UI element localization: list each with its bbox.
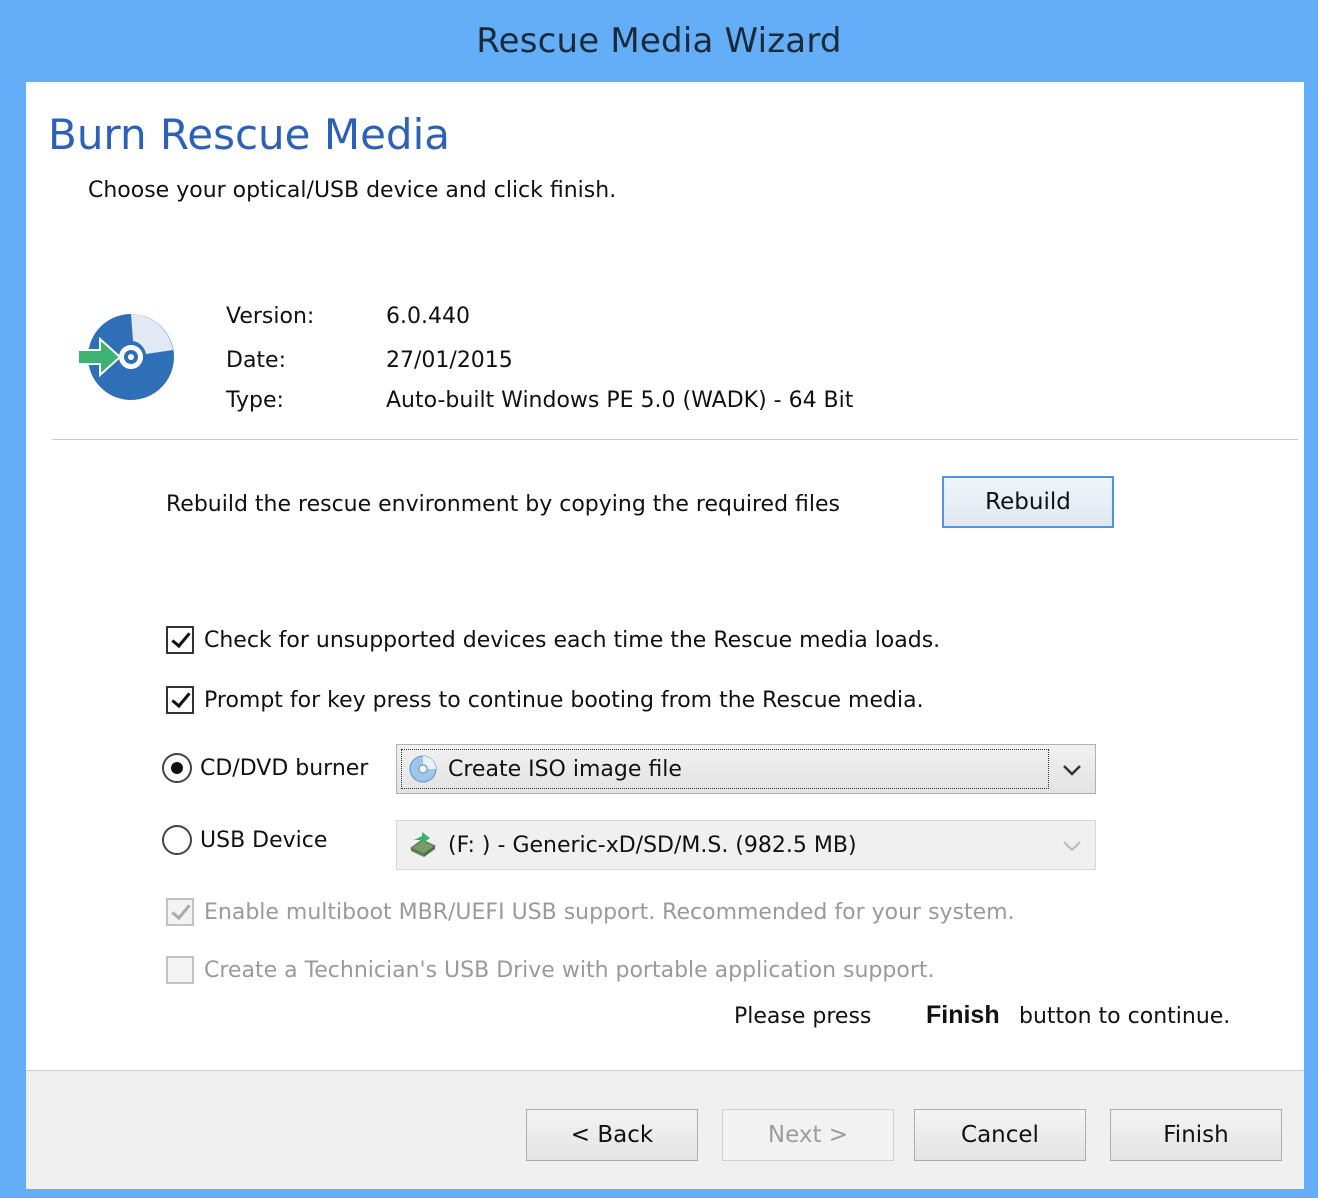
chevron-down-icon — [1063, 765, 1081, 776]
cd-dvd-radio[interactable] — [162, 753, 192, 783]
usb-drive-icon — [410, 832, 436, 857]
disc-arrow-icon — [77, 314, 174, 400]
cd-dvd-selected-text: Create ISO image file — [448, 756, 682, 782]
wizard-window: Rescue Media Wizard Burn Rescue Media Ch… — [0, 0, 1318, 1198]
usb-device-selected-text: (F: ) - Generic-xD/SD/M.S. (982.5 MB) — [448, 832, 857, 858]
usb-device-dropdown[interactable]: (F: ) - Generic-xD/SD/M.S. (982.5 MB) — [396, 820, 1096, 870]
wizard-client-area: Burn Rescue Media Choose your optical/US… — [26, 82, 1304, 1189]
check-unsupported-label: Check for unsupported devices each time … — [204, 627, 941, 653]
instruction-prefix: Please press — [734, 1004, 872, 1029]
wizard-footer: < Back Next > Cancel Finish — [26, 1070, 1304, 1189]
cd-dvd-dropdown-value: Create ISO image file — [401, 749, 1049, 789]
prompt-keypress-label: Prompt for key press to continue booting… — [204, 687, 924, 713]
type-value: Auto-built Windows PE 5.0 (WADK) - 64 Bi… — [386, 388, 854, 413]
instruction-bold: Finish — [926, 1001, 1000, 1029]
technician-usb-checkbox[interactable] — [166, 956, 194, 984]
cd-dvd-option[interactable]: CD/DVD burner — [162, 753, 368, 783]
cd-dvd-label: CD/DVD burner — [200, 755, 369, 781]
multiboot-label: Enable multiboot MBR/UEFI USB support. R… — [204, 899, 1015, 925]
page-subheading: Choose your optical/USB device and click… — [88, 178, 617, 203]
back-button[interactable]: < Back — [526, 1109, 698, 1161]
check-unsupported-option[interactable]: Check for unsupported devices each time … — [166, 626, 940, 654]
rebuild-button[interactable]: Rebuild — [942, 476, 1114, 528]
finish-button[interactable]: Finish — [1110, 1109, 1282, 1161]
chevron-down-icon — [1063, 841, 1081, 852]
prompt-keypress-option[interactable]: Prompt for key press to continue booting… — [166, 686, 924, 714]
multiboot-option[interactable]: Enable multiboot MBR/UEFI USB support. R… — [166, 898, 1015, 926]
divider — [52, 439, 1298, 440]
version-value: 6.0.440 — [386, 304, 470, 329]
usb-device-radio[interactable] — [162, 825, 192, 855]
date-value: 27/01/2015 — [386, 348, 513, 373]
multiboot-checkbox[interactable] — [166, 898, 194, 926]
window-title: Rescue Media Wizard — [476, 21, 842, 61]
cd-dvd-dropdown[interactable]: Create ISO image file — [396, 744, 1096, 794]
prompt-keypress-checkbox[interactable] — [166, 686, 194, 714]
version-label: Version: — [226, 304, 315, 329]
next-button[interactable]: Next > — [722, 1109, 894, 1161]
usb-device-dropdown-value: (F: ) - Generic-xD/SD/M.S. (982.5 MB) — [401, 825, 1049, 865]
check-unsupported-checkbox[interactable] — [166, 626, 194, 654]
usb-device-option[interactable]: USB Device — [162, 825, 327, 855]
rebuild-description: Rebuild the rescue environment by copyin… — [166, 492, 841, 517]
technician-usb-option[interactable]: Create a Technician's USB Drive with por… — [166, 956, 935, 984]
cancel-button[interactable]: Cancel — [914, 1109, 1086, 1161]
date-label: Date: — [226, 348, 286, 373]
usb-device-label: USB Device — [200, 827, 328, 853]
type-label: Type: — [226, 388, 284, 413]
disc-small-icon — [409, 755, 437, 783]
page-heading: Burn Rescue Media — [48, 110, 450, 159]
technician-usb-label: Create a Technician's USB Drive with por… — [204, 957, 935, 983]
instruction-suffix: button to continue. — [1019, 1004, 1231, 1029]
